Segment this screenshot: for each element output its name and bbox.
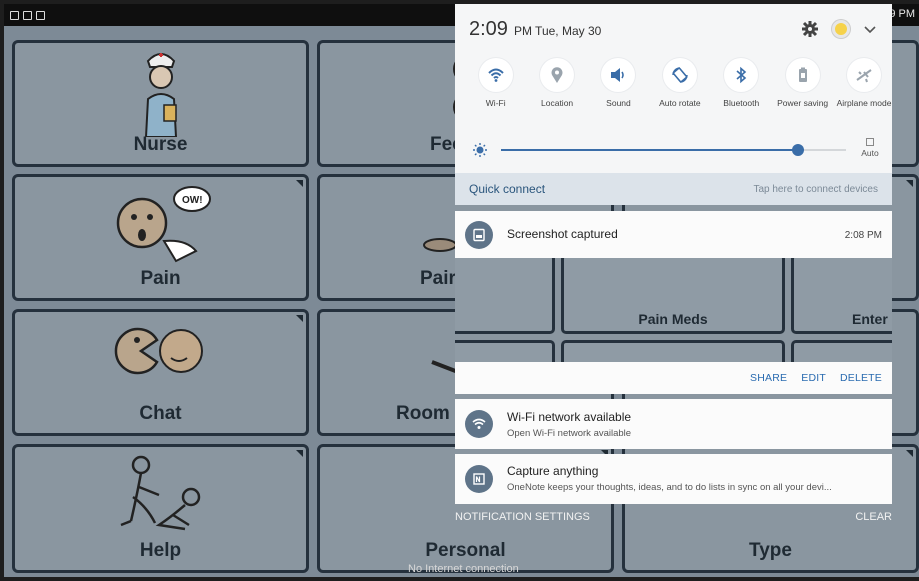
- help-icon: [120, 455, 200, 531]
- brightness-slider[interactable]: [501, 144, 846, 156]
- toggle-label: Sound: [606, 98, 631, 108]
- avatar[interactable]: [832, 20, 850, 38]
- checkbox-icon: [866, 138, 874, 146]
- auto-label: Auto: [861, 148, 879, 158]
- toggle-power-saving[interactable]: Power saving: [772, 58, 833, 108]
- notification-time: 2:08 PM: [844, 230, 882, 241]
- airplane-icon: [856, 69, 872, 83]
- qs-controls: [802, 20, 876, 38]
- toggle-auto-rotate[interactable]: Auto rotate: [649, 58, 710, 108]
- gallery-status-icon: [36, 10, 45, 20]
- toggle-label: Auto rotate: [659, 98, 701, 108]
- tile-label: Nurse: [133, 134, 188, 155]
- gear-icon[interactable]: [802, 21, 818, 37]
- quick-connect-hint: Tap here to connect devices: [753, 183, 878, 195]
- toggle-location[interactable]: Location: [526, 58, 587, 108]
- auto-brightness-toggle[interactable]: Auto: [859, 138, 881, 158]
- notification-subtitle: OneNote keeps your thoughts, ideas, and …: [507, 482, 832, 493]
- quick-connect-bar[interactable]: Quick connect Tap here to connect device…: [455, 173, 892, 205]
- tile-help[interactable]: Help: [12, 444, 309, 573]
- notification-title: Wi-Fi network available: [507, 410, 632, 424]
- nurse-icon: [144, 53, 177, 137]
- toggle-label: Wi-Fi: [485, 98, 506, 108]
- wifi-icon: [472, 418, 486, 429]
- pills-icon: [423, 238, 457, 252]
- onenote-icon: [473, 473, 485, 485]
- tile-chat[interactable]: Chat: [12, 309, 309, 436]
- qs-toggle-row: Wi-Fi Location Sound Auto rotate Bluetoo…: [465, 58, 895, 108]
- screenshot-preview[interactable]: Pain Meds Enter: [455, 258, 892, 362]
- tile-label: Pain: [140, 268, 181, 289]
- preview-label: Enter: [852, 311, 888, 327]
- toggle-label: Power saving: [777, 98, 829, 108]
- screenshot-actions: SHARE EDIT DELETE: [455, 362, 892, 394]
- edit-button[interactable]: EDIT: [801, 372, 826, 384]
- wifi-app-icon: [465, 410, 493, 438]
- delete-button[interactable]: DELETE: [840, 372, 882, 384]
- onenote-app-icon: [465, 465, 493, 493]
- folder-corner-icon: [296, 180, 303, 187]
- shade-footer: NOTIFICATION SETTINGS CLEAR: [455, 506, 892, 528]
- wifi-icon: [487, 68, 504, 82]
- screenshot-notification[interactable]: Screenshot captured 2:08 PM: [455, 211, 892, 258]
- rotate-icon: [672, 67, 688, 83]
- battery-icon: [798, 67, 807, 82]
- toggle-label: Location: [541, 98, 574, 108]
- quick-connect-title: Quick connect: [469, 182, 546, 196]
- tile-label: Chat: [139, 403, 182, 424]
- folder-corner-icon: [906, 180, 913, 187]
- screenshot-app-icon: [465, 221, 493, 249]
- qs-date: PM Tue, May 30: [513, 24, 602, 38]
- status-time: 9 PM: [889, 8, 915, 20]
- status-icons: [10, 10, 45, 20]
- preview-label: Pain Meds: [638, 311, 708, 327]
- screenshot-status-icon: [10, 10, 19, 20]
- qs-clock: 2:09: [469, 18, 508, 40]
- notification-subtitle: Open Wi-Fi network available: [507, 428, 632, 439]
- wifi-notification[interactable]: Wi-Fi network available Open Wi-Fi netwo…: [455, 399, 892, 449]
- sound-icon: [611, 68, 625, 82]
- brightness-icon: [473, 143, 487, 157]
- chevron-down-icon[interactable]: [864, 23, 876, 35]
- chat-icon: [114, 327, 203, 375]
- notification-title: Capture anything: [507, 464, 599, 478]
- qs-header: 2:09 PM Tue, May 30: [469, 18, 601, 41]
- folder-corner-icon: [906, 450, 913, 457]
- notification-status-icon: [23, 10, 32, 20]
- clear-button[interactable]: CLEAR: [855, 511, 892, 523]
- brightness-fill: [501, 149, 798, 151]
- toggle-label: Airplane mode: [836, 98, 892, 108]
- folder-corner-icon: [296, 450, 303, 457]
- toggle-sound[interactable]: Sound: [588, 58, 649, 108]
- notification-settings-button[interactable]: NOTIFICATION SETTINGS: [455, 511, 590, 523]
- tile-nurse[interactable]: Nurse: [12, 40, 309, 167]
- image-icon: [473, 228, 485, 242]
- notification-title: Screenshot captured: [507, 227, 618, 241]
- no-internet-text: No Internet connection: [408, 563, 519, 575]
- toggle-wifi[interactable]: Wi-Fi: [465, 58, 526, 108]
- location-icon: [551, 67, 563, 83]
- quick-settings-panel: 2:09 PM Tue, May 30 Wi-Fi Location Sound…: [455, 4, 892, 173]
- toggle-airplane-mode[interactable]: Airplane mode: [833, 58, 894, 108]
- bluetooth-icon: [736, 66, 747, 84]
- onenote-notification[interactable]: Capture anything OneNote keeps your thou…: [455, 454, 892, 504]
- share-button[interactable]: SHARE: [750, 372, 787, 384]
- brightness-control: Auto: [469, 138, 881, 163]
- pain-icon: OW!: [116, 186, 211, 263]
- folder-corner-icon: [296, 315, 303, 322]
- tile-pain[interactable]: OW! Pain: [12, 174, 309, 301]
- tile-label: Type: [749, 540, 792, 561]
- svg-text:OW!: OW!: [182, 195, 203, 206]
- toggle-bluetooth[interactable]: Bluetooth: [711, 58, 772, 108]
- tile-label: Personal: [425, 540, 506, 561]
- tile-label: Help: [139, 540, 182, 561]
- brightness-thumb[interactable]: [791, 144, 804, 156]
- toggle-label: Bluetooth: [723, 98, 760, 108]
